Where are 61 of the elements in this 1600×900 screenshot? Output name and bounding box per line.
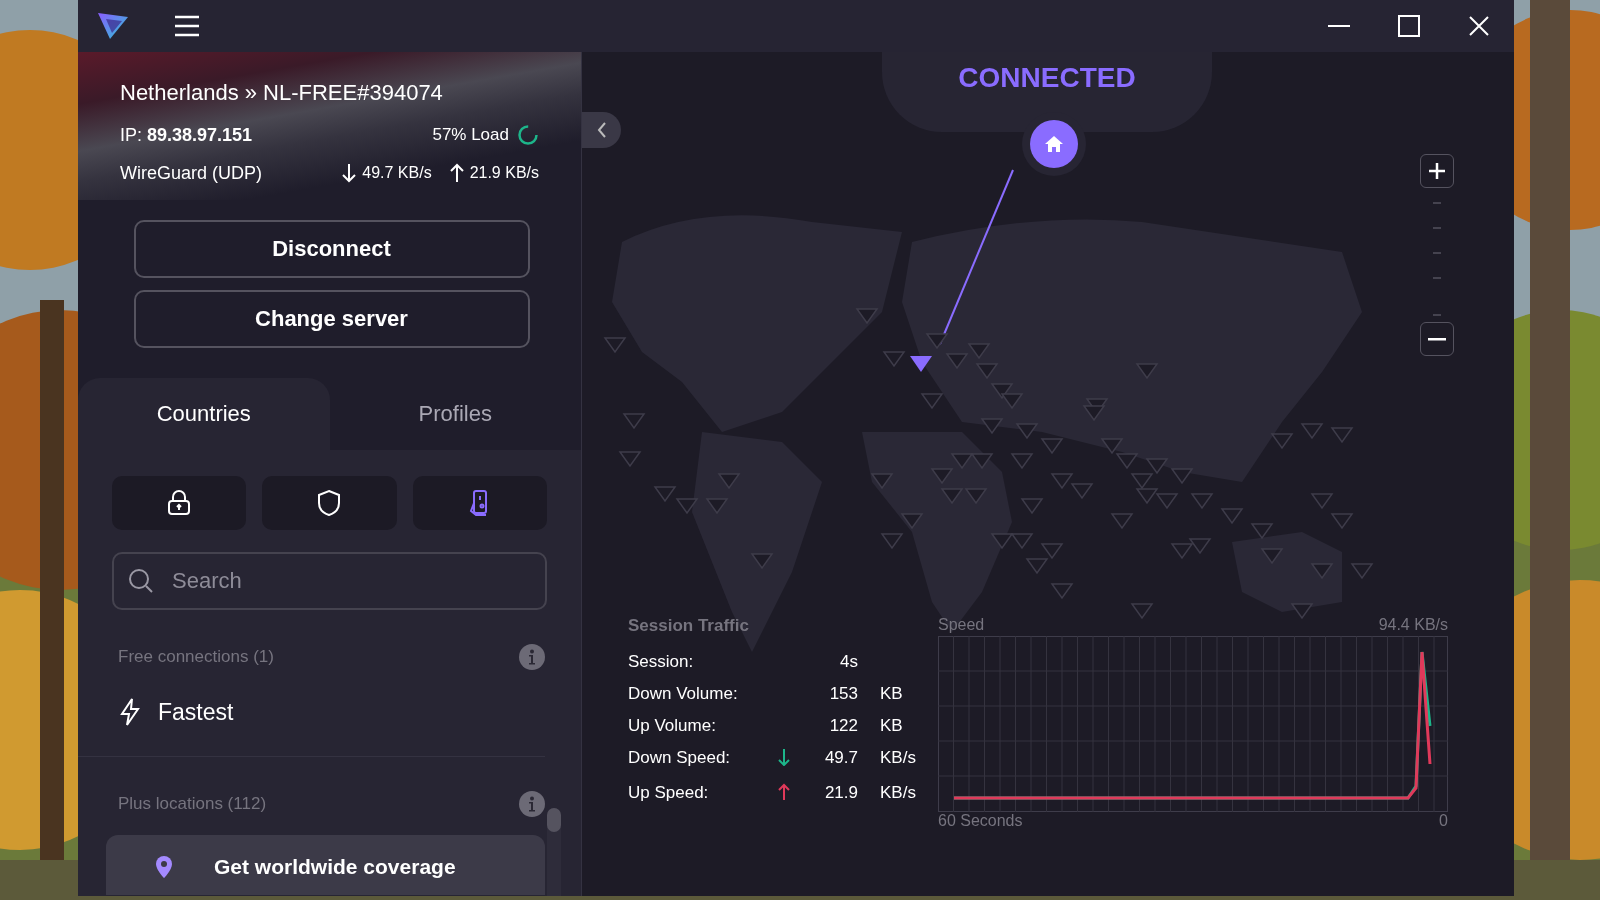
upload-arrow-icon <box>449 163 464 183</box>
info-icon[interactable] <box>519 791 545 817</box>
stat-label: Up Volume: <box>628 716 717 736</box>
stat-label: Session: <box>628 652 695 672</box>
upload-speed: 21.9 KB/s <box>469 164 539 182</box>
lightning-icon <box>120 698 140 726</box>
connection-status: CONNECTED <box>958 62 1136 95</box>
stat-value: 21.9 <box>823 783 858 804</box>
protocol-text: WireGuard (UDP) <box>120 162 262 184</box>
filter-button[interactable] <box>112 476 247 530</box>
load-ring-icon <box>517 124 539 146</box>
minus-icon <box>1428 337 1446 341</box>
collapse-button[interactable] <box>582 112 621 148</box>
chevron-left-icon <box>596 122 607 138</box>
stat-value: 122 <box>828 716 858 736</box>
location-marker-icon[interactable] <box>910 356 932 372</box>
promo-title: Get worldwide coverage <box>214 855 456 879</box>
upload-arrow-icon <box>778 783 790 801</box>
zoom-out-button[interactable] <box>1420 322 1454 356</box>
section-header: Free connections (1) <box>118 647 274 667</box>
location-pin-icon <box>154 855 174 879</box>
search-field[interactable]: Search <box>112 552 547 610</box>
download-speed: 49.7 KB/s <box>362 164 432 182</box>
stat-value: 49.7 <box>823 748 858 769</box>
filter-button[interactable] <box>262 476 397 530</box>
stat-unit: KB <box>879 716 904 736</box>
shield-icon <box>317 489 342 517</box>
stat-value: 153 <box>828 684 858 704</box>
ip-address: IP: 89.38.97.151 <box>120 124 253 146</box>
logo-icon <box>96 11 130 41</box>
graph-start-label: 60 Seconds <box>938 812 1023 831</box>
scrollbar-thumb[interactable] <box>547 808 561 832</box>
tab[interactable]: Countries <box>78 378 330 450</box>
stat-label: Down Volume: <box>628 684 739 704</box>
graph-max-label: 94.4 KB/s <box>1378 616 1448 635</box>
section-title: Session Traffic <box>628 616 750 636</box>
stat-value: 4s <box>839 652 858 672</box>
tab[interactable]: Profiles <box>329 378 581 450</box>
menu-icon[interactable] <box>174 15 200 37</box>
disconnect-button[interactable]: Disconnect <box>133 220 530 278</box>
stat-unit: KB/s <box>879 748 917 769</box>
promo-card[interactable]: Get worldwide coverage <box>106 835 545 895</box>
info-icon[interactable] <box>519 644 545 670</box>
lock-icon <box>167 490 192 516</box>
search-icon <box>128 568 154 594</box>
graph-end-label: 0 <box>1439 812 1448 831</box>
graph-title: Speed <box>938 616 985 635</box>
stat-label: Down Speed: <box>628 748 732 769</box>
section-header: Plus locations (112) <box>118 794 267 814</box>
server-name: Netherlands » NL-FREE#394074 <box>120 80 444 106</box>
load-text: 57% Load <box>432 125 509 145</box>
download-arrow-icon <box>342 163 357 183</box>
stat-unit: KB/s <box>879 783 917 804</box>
server-row[interactable]: Fastest <box>78 668 545 757</box>
zoom-in-button[interactable] <box>1420 154 1454 188</box>
server-label: Fastest <box>158 698 234 726</box>
download-arrow-icon <box>778 748 790 766</box>
stat-label: Up Speed: <box>628 783 710 804</box>
stat-unit: KB <box>879 684 904 704</box>
plus-icon <box>1428 162 1446 180</box>
change-server-button[interactable]: Change server <box>133 290 530 348</box>
